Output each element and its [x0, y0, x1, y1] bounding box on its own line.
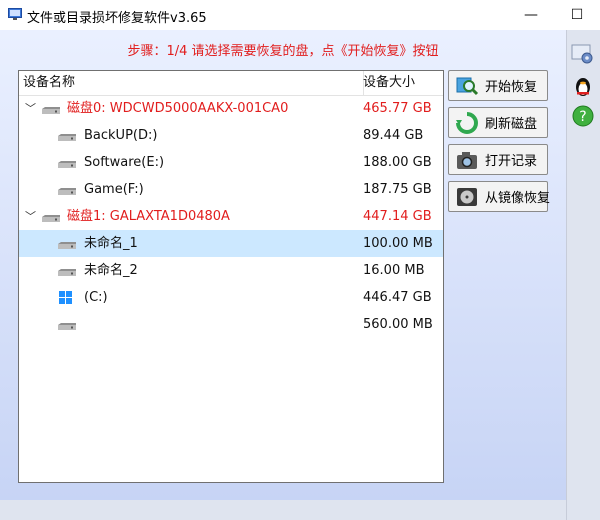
hard-disk-icon: [58, 269, 76, 276]
partition-row[interactable]: BackUP(D:) 89.44 GB: [19, 122, 443, 149]
device-size: 446.47 GB: [363, 290, 432, 305]
settings-gear-icon[interactable]: [571, 42, 595, 66]
partition-row[interactable]: Software(E:) 188.00 GB: [19, 149, 443, 176]
start-recovery-button[interactable]: 开始恢复: [448, 70, 548, 101]
device-list[interactable]: 设备名称 设备大小 ﹀ 磁盘0: WDCWD5000AAKX-001CA0 46…: [18, 70, 444, 483]
device-size: 188.00 GB: [363, 155, 432, 170]
refresh-disk-button[interactable]: 刷新磁盘: [448, 107, 548, 138]
chevron-down-icon[interactable]: ﹀: [25, 203, 36, 230]
column-header-name[interactable]: 设备名称: [19, 71, 364, 95]
partition-row-selected[interactable]: 未命名_1 100.00 MB: [19, 230, 443, 257]
device-size: 100.00 MB: [363, 236, 433, 251]
device-name: 磁盘1: GALAXTA1D0480A: [67, 209, 230, 224]
hard-disk-icon: [58, 188, 76, 195]
app-icon: [8, 8, 22, 20]
restore-from-image-button[interactable]: 从镜像恢复: [448, 181, 551, 212]
magnifier-icon: [456, 77, 479, 95]
partition-row[interactable]: 未命名_2 16.00 MB: [19, 257, 443, 284]
svg-text:?: ?: [579, 109, 586, 125]
device-size: 16.00 MB: [363, 263, 425, 278]
device-size: 187.75 GB: [363, 182, 432, 197]
device-name: Software(E:): [84, 155, 165, 170]
device-name: 磁盘0: WDCWD5000AAKX-001CA0: [67, 101, 289, 116]
camera-icon: [457, 151, 477, 169]
disk-row[interactable]: ﹀ 磁盘1: GALAXTA1D0480A 447.14 GB: [19, 203, 443, 230]
open-log-label: 打开记录: [485, 154, 538, 169]
device-size: 560.00 MB: [363, 317, 433, 332]
partition-row[interactable]: Game(F:) 187.75 GB: [19, 176, 443, 203]
maximize-button[interactable]: ☐: [554, 0, 600, 30]
restore-from-image-label: 从镜像恢复: [485, 191, 551, 206]
device-size: 465.77 GB: [363, 101, 432, 116]
status-bar: [0, 500, 566, 520]
hard-disk-icon: [42, 215, 60, 222]
device-size: 447.14 GB: [363, 209, 432, 224]
device-name: (C:): [84, 290, 108, 305]
qq-penguin-icon[interactable]: [571, 74, 595, 98]
device-name: 未命名_2: [84, 263, 138, 278]
list-header: 设备名称 设备大小: [19, 71, 443, 96]
partition-row[interactable]: 560.00 MB: [19, 311, 443, 338]
refresh-icon: [456, 111, 478, 134]
disk-image-icon: [457, 187, 477, 206]
title-bar: 文件或目录损坏修复软件v3.65 — ☐: [0, 0, 600, 30]
device-size: 89.44 GB: [363, 128, 424, 143]
app-window: 文件或目录损坏修复软件v3.65 — ☐ ✕ 步骤：1/4 请选择需要恢复的盘，…: [0, 0, 600, 520]
windows-icon: [59, 291, 72, 304]
column-header-size[interactable]: 设备大小: [363, 71, 443, 95]
device-name: Game(F:): [84, 182, 144, 197]
minimize-button[interactable]: —: [508, 0, 554, 30]
start-recovery-label: 开始恢复: [485, 80, 538, 95]
device-name: BackUP(D:): [84, 128, 158, 143]
hard-disk-icon: [58, 323, 76, 330]
maximize-icon: ☐: [570, 7, 584, 23]
window-title: 文件或目录损坏修复软件v3.65: [27, 11, 207, 26]
hard-disk-icon: [58, 161, 76, 168]
minimize-icon: —: [524, 7, 538, 23]
hard-disk-icon: [58, 242, 76, 249]
step-hint: 步骤：1/4 请选择需要恢复的盘，点《开始恢复》按钮: [127, 44, 439, 59]
open-log-button[interactable]: 打开记录: [448, 144, 548, 175]
hard-disk-icon: [58, 134, 76, 141]
disk-row[interactable]: ﹀ 磁盘0: WDCWD5000AAKX-001CA0 465.77 GB: [19, 95, 443, 122]
hard-disk-icon: [42, 107, 60, 114]
chevron-down-icon[interactable]: ﹀: [25, 95, 36, 122]
help-icon[interactable]: ?: [571, 104, 595, 128]
partition-row[interactable]: (C:) 446.47 GB: [19, 284, 443, 311]
refresh-disk-label: 刷新磁盘: [485, 117, 538, 132]
device-name: 未命名_1: [84, 236, 138, 251]
